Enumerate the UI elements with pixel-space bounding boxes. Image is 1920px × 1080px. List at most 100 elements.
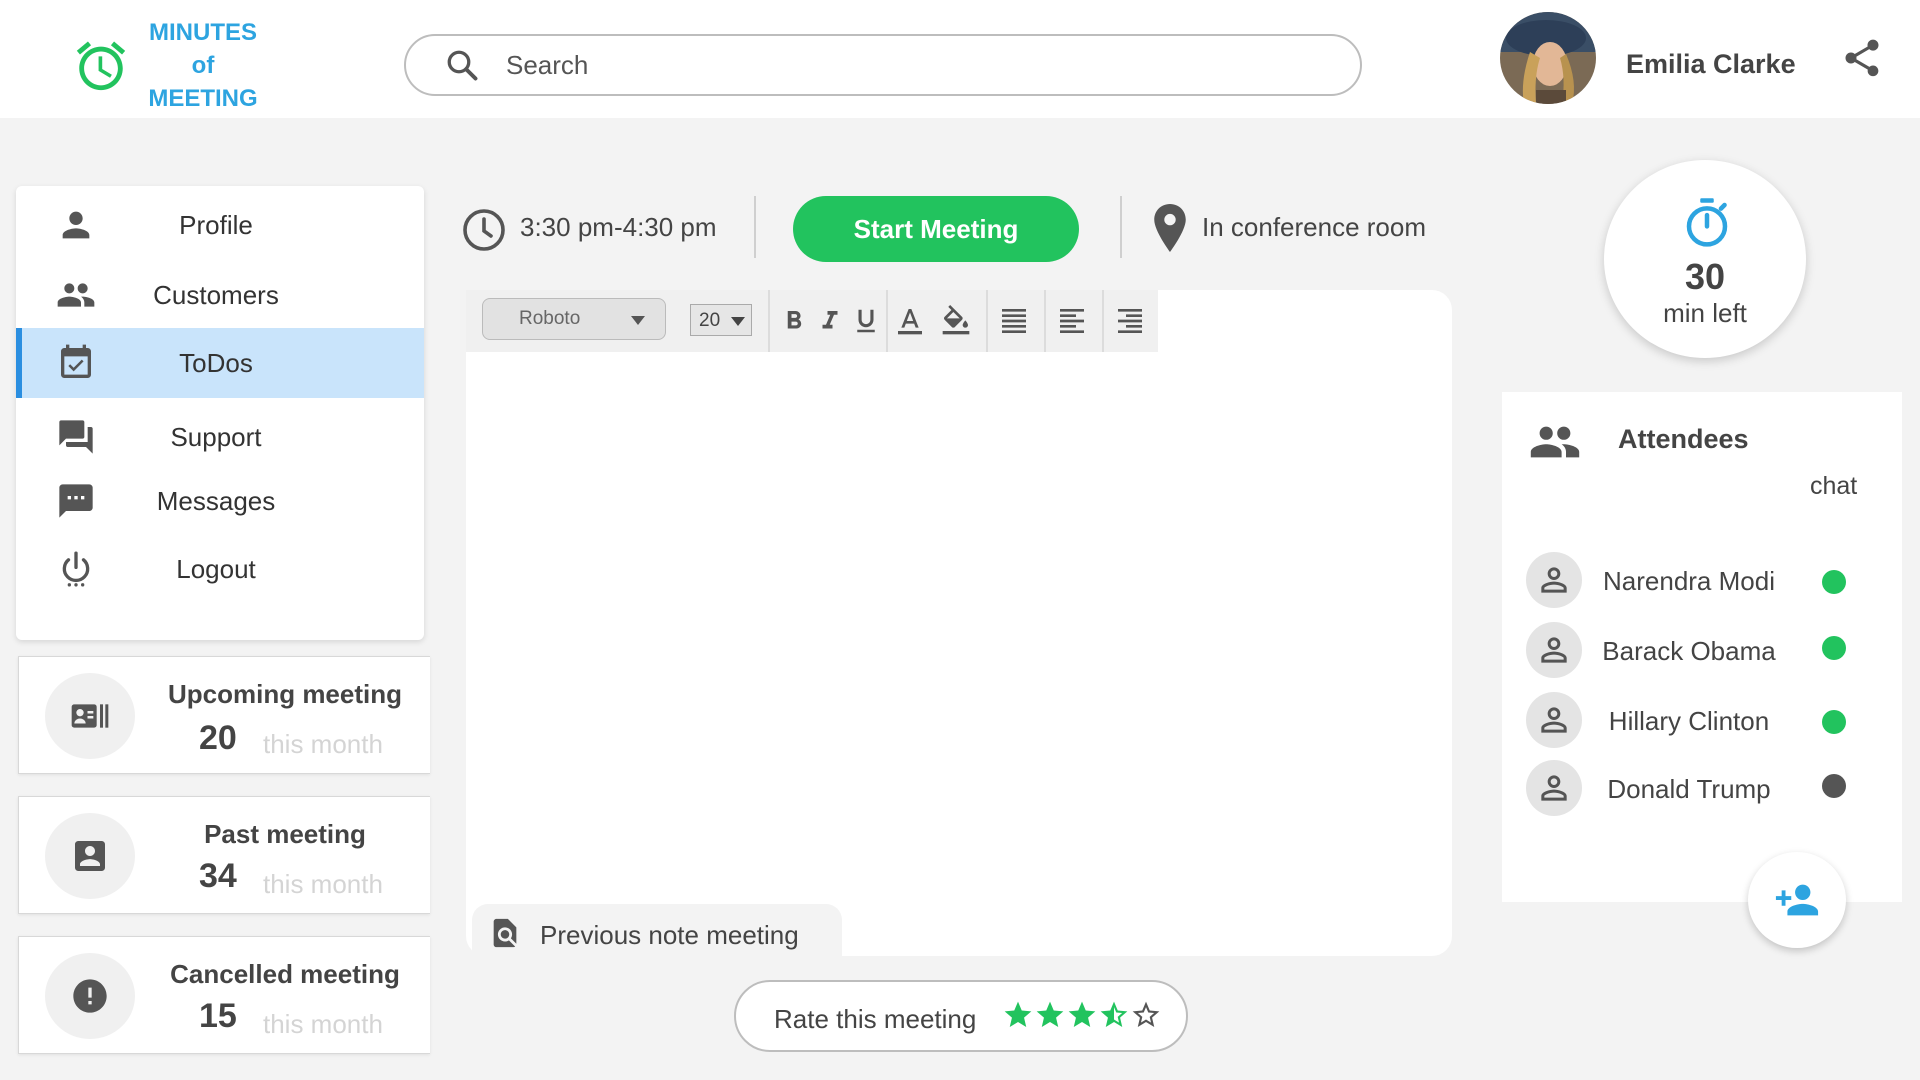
attendee-name: Hillary Clinton [1608,706,1770,736]
rate-meeting-bar: Rate this meeting [734,980,1188,1052]
group-icon [1530,426,1580,458]
add-attendee-button[interactable] [1748,852,1846,948]
align-left-icon [1060,309,1084,333]
find-in-page-icon [493,918,517,948]
stat-period: this month [263,869,383,899]
sidebar-item-label: Logout [176,553,256,584]
person-add-icon [1775,884,1819,916]
font-size-value: 20 [699,310,721,331]
search-icon [447,50,478,81]
user-name[interactable]: Emilia Clarke [1626,49,1796,80]
contacts-card-icon [45,673,135,759]
sidebar-item-logout[interactable]: Logout [16,534,424,604]
font-size-select[interactable]: 20 [690,304,752,336]
attendee-avatar-icon [1526,622,1582,678]
search-input[interactable] [506,49,1326,81]
attendee-row[interactable]: Hillary Clinton [1526,692,1886,750]
stopwatch-icon [1686,198,1728,247]
stat-card-upcoming[interactable]: Upcoming meeting 20 this month [18,656,430,774]
divider [768,290,770,352]
divider [1102,290,1104,352]
sidebar-item-profile[interactable]: Profile [16,190,424,260]
status-offline-indicator [1822,774,1846,798]
sidebar-item-todos[interactable]: ToDos [16,328,424,398]
align-right-icon [1118,309,1142,333]
timer-value: 30 [1684,256,1726,297]
attendee-name: Donald Trump [1607,774,1771,804]
stat-period: this month [263,729,383,759]
sidebar-item-label: Support [170,421,262,452]
format-color-fill-icon [942,305,970,335]
attendee-avatar-icon [1526,760,1582,816]
underline-button[interactable] [846,300,886,342]
clock-icon [463,209,505,251]
attendee-row[interactable]: Donald Trump [1526,760,1886,818]
divider [1044,290,1046,352]
sidebar-item-label: Messages [156,485,276,516]
alert-circle-icon [45,953,135,1039]
attendee-row[interactable]: Narendra Modi [1526,552,1886,610]
format-italic-icon [822,311,838,329]
app-logo[interactable]: MINUTES of MEETING [72,16,258,115]
bold-button[interactable] [774,300,814,342]
stat-card-cancelled[interactable]: Cancelled meeting 15 this month [18,936,430,1054]
star-filled-icon[interactable] [1034,998,1066,1032]
sidebar: Profile Customers ToDos Support Messages [16,186,424,640]
rate-label: Rate this meeting [774,1004,977,1034]
star-half-icon[interactable] [1098,998,1130,1032]
italic-button[interactable] [810,300,850,342]
star-outline-icon[interactable] [1130,998,1162,1032]
notes-editor[interactable] [466,290,1452,956]
logo-line-2: of [191,52,215,79]
start-meeting-button[interactable]: Start Meeting [793,196,1079,262]
caret-down-icon [631,316,645,325]
format-color-text-icon [898,309,922,335]
sidebar-item-label: Profile [179,209,253,240]
avatar[interactable] [1500,12,1596,104]
logo-line-1: MINUTES [149,19,257,46]
sidebar-item-support[interactable]: Support [16,402,424,472]
align-right-button[interactable] [1110,300,1150,342]
search-bar[interactable] [404,34,1362,96]
align-left-button[interactable] [1052,300,1092,342]
attendee-row[interactable]: Barack Obama [1526,622,1886,680]
fill-color-button[interactable] [936,300,976,342]
meeting-location: In conference room [1202,212,1427,242]
font-family-value: Roboto [519,308,581,329]
status-online-indicator [1822,710,1846,734]
stat-period: this month [263,1009,383,1039]
sidebar-item-label: Customers [153,279,279,310]
star-filled-icon[interactable] [1002,998,1034,1032]
attendee-name: Narendra Modi [1603,566,1775,596]
divider [886,290,888,352]
align-justify-button[interactable] [994,300,1034,342]
editor-toolbar: Roboto 20 [466,290,1158,352]
sidebar-item-label: ToDos [179,347,253,378]
divider [1120,196,1122,258]
attendee-avatar-icon [1526,692,1582,748]
attendees-panel: Attendees chat Narendra Modi Barack Obam… [1502,392,1902,902]
stat-title: Cancelled meeting [170,959,400,989]
meeting-timer: 30 min left [1604,160,1806,358]
sidebar-item-messages[interactable]: Messages [16,466,424,536]
meeting-time-range: 3:30 pm-4:30 pm [520,212,717,242]
location-pin-icon [1154,204,1186,252]
attendee-name: Barack Obama [1602,636,1776,666]
format-underline-icon [857,309,875,333]
text-color-button[interactable] [890,300,930,342]
alarm-clock-icon [76,40,126,90]
sidebar-item-customers[interactable]: Customers [16,260,424,330]
previous-note-button[interactable]: Previous note meeting [472,904,842,964]
star-filled-icon[interactable] [1066,998,1098,1032]
divider [754,196,756,258]
status-online-indicator [1822,570,1846,594]
stat-card-past[interactable]: Past meeting 34 this month [18,796,430,914]
user-photo [1500,12,1596,104]
font-family-select[interactable]: Roboto [482,298,666,340]
divider [986,290,988,352]
chat-link[interactable]: chat [1810,472,1857,501]
stat-count: 20 [199,719,237,757]
align-justify-icon [1002,309,1026,333]
star-rating[interactable] [1002,998,1162,1032]
share-icon[interactable] [1840,36,1884,80]
